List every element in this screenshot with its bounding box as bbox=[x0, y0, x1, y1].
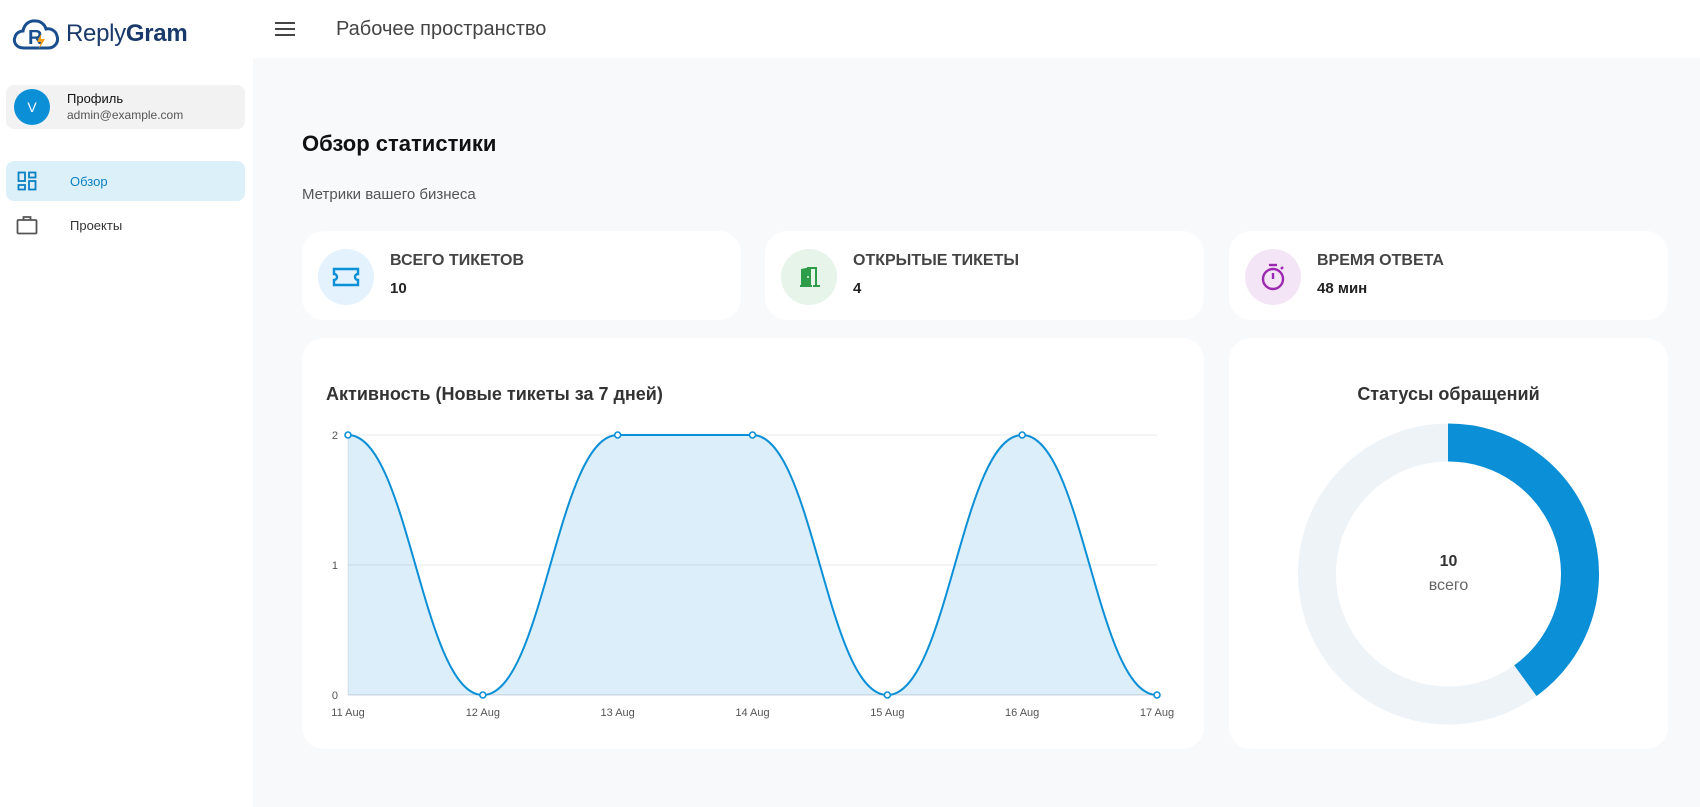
app-logo[interactable]: R ReplyGram bbox=[12, 14, 188, 54]
timer-icon bbox=[1245, 249, 1301, 305]
x-tick-label: 11 Aug bbox=[331, 707, 364, 719]
donut-total: 10 bbox=[1439, 553, 1458, 570]
briefcase-icon bbox=[16, 214, 38, 236]
status-chart-card: Статусы обращений 10 всего bbox=[1229, 338, 1668, 749]
x-tick-label: 14 Aug bbox=[735, 707, 769, 719]
x-tick-label: 13 Aug bbox=[601, 707, 635, 719]
dashboard-icon bbox=[16, 170, 38, 192]
page-subtitle: Метрики вашего бизнеса bbox=[302, 186, 476, 203]
y-tick-label: 0 bbox=[332, 690, 338, 702]
sidebar: R ReplyGram V Профиль admin@example.com … bbox=[0, 0, 253, 807]
data-point bbox=[344, 431, 352, 439]
stat-card-total-tickets: ВСЕГО ТИКЕТОВ 10 bbox=[302, 231, 741, 320]
data-point bbox=[1153, 691, 1161, 699]
x-tick-label: 16 Aug bbox=[1005, 707, 1039, 719]
stat-label: ВРЕМЯ ОТВЕТА bbox=[1317, 252, 1444, 269]
stat-card-response-time: ВРЕМЯ ОТВЕТА 48 мин bbox=[1229, 231, 1668, 320]
data-point bbox=[479, 691, 487, 699]
data-point bbox=[613, 431, 622, 439]
avatar: V bbox=[14, 89, 50, 125]
workspace-title: Рабочее пространство bbox=[336, 17, 547, 40]
x-tick-label: 15 Aug bbox=[870, 707, 904, 719]
sidebar-item-label: Проекты bbox=[70, 217, 123, 233]
sidebar-item-label: Обзор bbox=[70, 173, 108, 189]
y-tick-label: 1 bbox=[332, 560, 338, 572]
sidebar-item-projects[interactable]: Проекты bbox=[6, 205, 245, 245]
logo-text: ReplyGram bbox=[66, 20, 188, 47]
cloud-logo-icon: R bbox=[12, 19, 59, 50]
donut-center-label: 10 всего bbox=[1229, 553, 1668, 595]
door-open-icon bbox=[781, 249, 837, 305]
page-title: Обзор статистики bbox=[302, 131, 497, 156]
status-donut-chart bbox=[1298, 423, 1599, 725]
menu-icon[interactable] bbox=[271, 15, 299, 43]
stat-value: 48 мин bbox=[1317, 280, 1368, 297]
stat-label: ВСЕГО ТИКЕТОВ bbox=[390, 252, 525, 269]
data-point bbox=[883, 691, 892, 699]
stat-label: ОТКРЫТЫЕ ТИКЕТЫ bbox=[853, 252, 1020, 269]
y-tick-label: 2 bbox=[332, 430, 338, 442]
data-point bbox=[1018, 431, 1026, 439]
stat-value: 10 bbox=[390, 280, 407, 297]
activity-chart-card: Активность (Новые тикеты за 7 дней) 0121… bbox=[302, 338, 1204, 749]
x-tick-label: 17 Aug bbox=[1140, 707, 1174, 719]
stat-card-open-tickets: ОТКРЫТЫЕ ТИКЕТЫ 4 bbox=[765, 231, 1204, 320]
donut-subtitle: всего bbox=[1428, 577, 1469, 594]
profile-name: Профиль bbox=[67, 91, 124, 106]
ticket-icon bbox=[318, 249, 374, 305]
profile-card[interactable]: V Профиль admin@example.com bbox=[6, 85, 245, 129]
top-bar: Рабочее пространство bbox=[253, 0, 1700, 58]
sidebar-item-overview[interactable]: Обзор bbox=[6, 161, 245, 201]
stat-value: 4 bbox=[853, 280, 862, 297]
data-point bbox=[748, 431, 757, 439]
profile-email: admin@example.com bbox=[67, 108, 184, 122]
activity-chart: 0 1 2 11 Aug 12 Aug 13 Aug 14 Aug 15 Aug 16 Aug 1… bbox=[331, 430, 1174, 719]
x-tick-label: 12 Aug bbox=[466, 707, 500, 719]
